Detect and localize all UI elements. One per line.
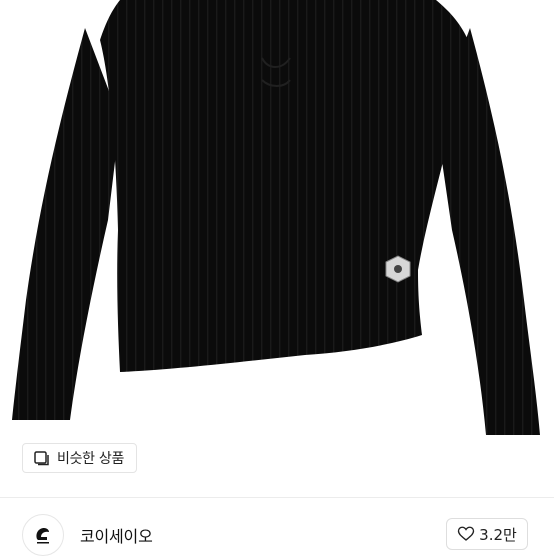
heart-outline-icon bbox=[457, 526, 475, 541]
like-button[interactable]: 3.2만 bbox=[446, 518, 528, 550]
shop-name[interactable]: 코이세이오 bbox=[80, 523, 153, 547]
shop-bar: 코이세이오 3.2만 bbox=[0, 498, 554, 556]
black-ribbed-top-image bbox=[12, 0, 540, 435]
similar-products-label: 비슷한 상품 bbox=[57, 451, 125, 467]
brand-badge-icon bbox=[385, 255, 411, 283]
shop-avatar[interactable] bbox=[22, 514, 64, 556]
like-count: 3.2만 bbox=[479, 525, 517, 544]
shop-logo-icon bbox=[36, 528, 49, 544]
similar-items-icon bbox=[33, 449, 51, 467]
similar-products-button[interactable]: 비슷한 상품 bbox=[22, 443, 138, 473]
product-image[interactable] bbox=[0, 0, 554, 497]
